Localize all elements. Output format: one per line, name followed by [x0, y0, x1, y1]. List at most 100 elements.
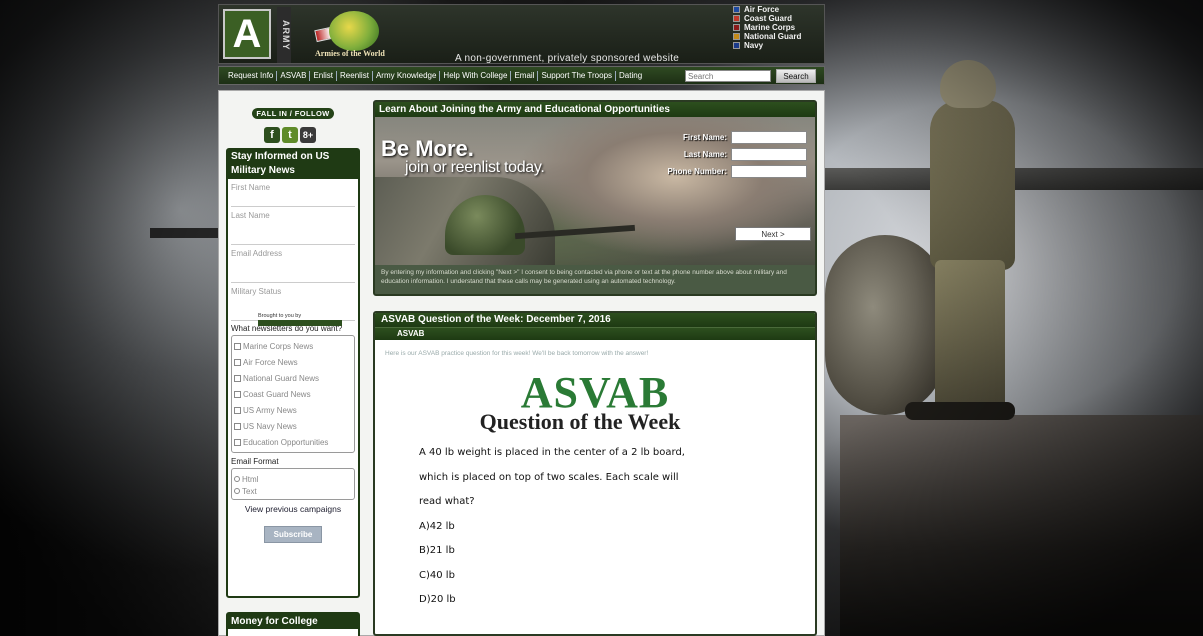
brought-to-you-by-label: Brought to you by [258, 313, 302, 319]
nav-request-info[interactable]: Request Info [225, 70, 278, 81]
navy-icon [733, 42, 740, 49]
checkbox-icon [234, 406, 241, 414]
newsletter-checkboxes: Marine Corps News Air Force News Nationa… [231, 335, 355, 453]
asvab-intro-text: Here is our ASVAB practice question for … [385, 350, 649, 357]
globe-icon[interactable] [329, 11, 379, 51]
checkbox-national-guard-news[interactable]: National Guard News [234, 370, 352, 386]
asvab-category-tag[interactable]: ASVAB [375, 327, 815, 340]
last-name-field[interactable]: Last Name [231, 207, 355, 245]
air-force-icon [733, 6, 740, 13]
email-field[interactable]: Email Address [231, 245, 355, 283]
facebook-icon[interactable]: f [264, 127, 280, 143]
soldier-helmet [940, 60, 996, 108]
branch-link-air-force[interactable]: Air Force [733, 5, 825, 14]
branch-label: Navy [744, 41, 764, 50]
main-nav: Request Info ASVAB Enlist Reenlist Army … [218, 66, 825, 85]
asvab-logo-text: ASVAB [520, 368, 670, 417]
nav-support-the-troops[interactable]: Support The Troops [538, 70, 617, 81]
checkbox-us-navy-news[interactable]: US Navy News [234, 418, 352, 434]
question-line: A 40 lb weight is placed in the center o… [419, 447, 685, 458]
soldier-legs [935, 260, 1005, 415]
checkbox-label: US Navy News [243, 421, 297, 431]
nav-help-with-college[interactable]: Help With College [440, 70, 512, 81]
email-format-label: Email Format [231, 457, 279, 466]
left-sidebar: FALL IN / FOLLOW f t 8+ Stay Informed on… [222, 96, 362, 636]
last-name-label: Last Name: [683, 150, 727, 159]
checkbox-label: Marine Corps News [243, 341, 314, 351]
lead-first-name-input[interactable] [731, 131, 807, 144]
national-guard-icon [733, 33, 740, 40]
first-name-field[interactable]: First Name [231, 179, 355, 207]
soldier-figure [930, 100, 1015, 270]
answer-option-c: C)40 lb [419, 569, 455, 581]
soldier-boots [905, 402, 1015, 420]
radio-html[interactable]: Html [234, 473, 352, 485]
nav-reenlist[interactable]: Reenlist [337, 70, 373, 81]
checkbox-coast-guard-news[interactable]: Coast Guard News [234, 386, 352, 402]
nav-asvab[interactable]: ASVAB [277, 70, 311, 81]
google-plus-icon[interactable]: 8+ [300, 127, 316, 143]
answer-option-d: D)20 lb [419, 594, 456, 605]
background-rifle [150, 228, 220, 238]
logo-side-text: ARMY [277, 7, 291, 63]
branch-link-national-guard[interactable]: National Guard [733, 32, 825, 41]
checkbox-label: US Army News [243, 405, 297, 415]
money-for-college-title: Money for College [228, 614, 358, 629]
nav-email[interactable]: Email [511, 70, 539, 81]
branch-link-marine-corps[interactable]: Marine Corps [733, 23, 825, 32]
radio-text[interactable]: Text [234, 485, 352, 497]
newsletter-title: Stay Informed on US [228, 150, 358, 164]
first-name-row: First Name: [667, 131, 807, 144]
question-line: read what? [419, 496, 475, 507]
checkbox-us-army-news[interactable]: US Army News [234, 402, 352, 418]
email-format-options: Html Text [231, 468, 355, 500]
branch-label: National Guard [744, 32, 802, 41]
fall-in-follow-banner: FALL IN / FOLLOW [252, 108, 334, 119]
sponsor-banner[interactable] [258, 320, 342, 326]
view-previous-campaigns-link[interactable]: View previous campaigns [228, 504, 358, 514]
branch-link-coast-guard[interactable]: Coast Guard [733, 14, 825, 23]
checkbox-icon [234, 342, 241, 350]
checkbox-education-opportunities[interactable]: Education Opportunities [234, 434, 352, 450]
learn-about-joining-panel: Learn About Joining the Army and Educati… [373, 100, 817, 296]
radio-icon [234, 488, 240, 494]
search-button[interactable]: Search [776, 69, 816, 83]
marine-corps-icon [733, 24, 740, 31]
branch-link-navy[interactable]: Navy [733, 41, 825, 50]
nav-army-knowledge[interactable]: Army Knowledge [373, 70, 441, 81]
nav-enlist[interactable]: Enlist [310, 70, 338, 81]
checkbox-icon [234, 374, 241, 382]
checkbox-air-force-news[interactable]: Air Force News [234, 354, 352, 370]
lead-last-name-input[interactable] [731, 148, 807, 161]
army-logo[interactable]: A [223, 9, 271, 59]
site-header: A ARMY Armies of the World A non-governm… [218, 4, 825, 64]
branch-label: Marine Corps [744, 23, 796, 32]
newsletter-subtitle: Military News [228, 164, 358, 179]
last-name-row: Last Name: [667, 148, 807, 161]
subscribe-button[interactable]: Subscribe [264, 526, 322, 543]
next-button[interactable]: Next > [735, 227, 811, 241]
money-for-college-box: Money for College [226, 612, 360, 636]
first-name-label: First Name: [682, 133, 727, 142]
branch-label: Coast Guard [744, 14, 793, 23]
phone-row: Phone Number: [667, 165, 807, 178]
asvab-panel-title[interactable]: ASVAB Question of the Week: December 7, … [375, 313, 815, 327]
search-input[interactable] [685, 70, 771, 82]
armies-of-world-label[interactable]: Armies of the World [315, 49, 385, 58]
nav-dating[interactable]: Dating [616, 71, 645, 81]
coast-guard-icon [733, 15, 740, 22]
checkbox-marine-corps-news[interactable]: Marine Corps News [234, 338, 352, 354]
helicopter-floor [840, 415, 1203, 636]
asvab-question-panel: ASVAB Question of the Week: December 7, … [373, 311, 817, 636]
consent-disclaimer: By entering my information and clicking … [375, 265, 815, 294]
learn-panel-title: Learn About Joining the Army and Educati… [375, 102, 815, 117]
radio-label: Text [242, 486, 257, 496]
join-subheadline: join or reenlist today. [405, 159, 545, 176]
phone-number-label: Phone Number: [667, 167, 727, 176]
twitter-icon[interactable]: t [282, 127, 298, 143]
checkbox-icon [234, 390, 241, 398]
page-background: A ARMY Armies of the World A non-governm… [0, 0, 1203, 636]
checkbox-icon [234, 438, 241, 446]
hero-image: Be More. join or reenlist today. First N… [375, 117, 815, 265]
lead-phone-input[interactable] [731, 165, 807, 178]
